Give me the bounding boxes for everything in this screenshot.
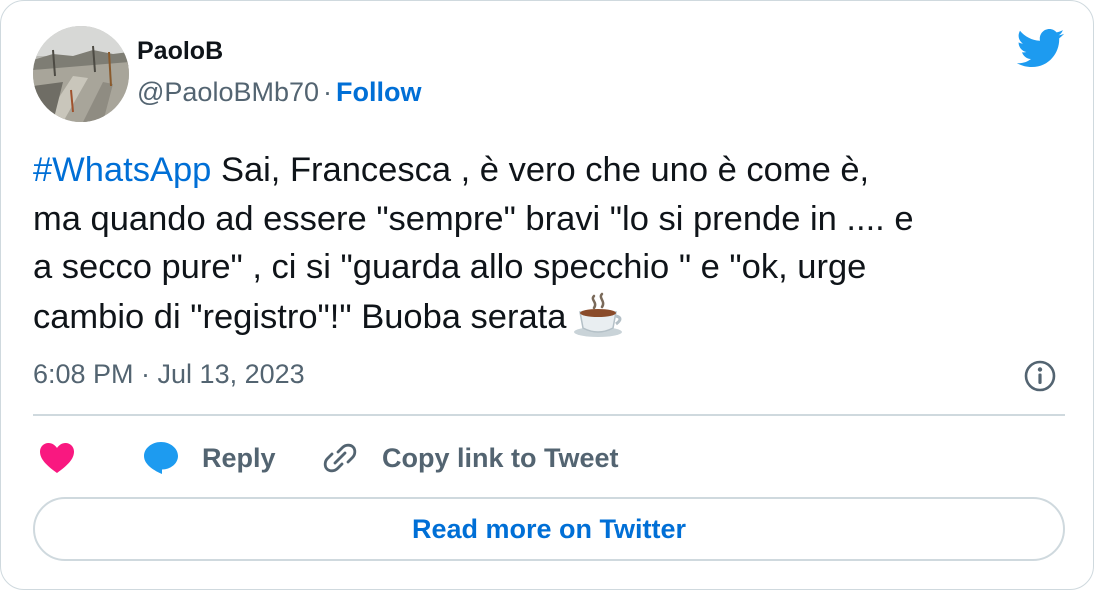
read-more-label: Read more on Twitter — [411, 513, 687, 544]
copy-link-label: Copy link to Tweet — [382, 442, 619, 473]
author-handle[interactable]: @PaoloBMb70 — [137, 77, 319, 107]
tweet-text: #WhatsApp Sai, Francesca , è vero che un… — [33, 146, 1073, 351]
tweet-line-2: ma quando ad essere "sempre" bravi "lo s… — [33, 199, 914, 238]
copy-link-button[interactable]: Copy link to Tweet — [321, 437, 619, 479]
author-handle-row: @PaoloBMb70 · Follow — [137, 75, 422, 109]
tweet-timestamp[interactable]: 6:08 PM · Jul 13, 2023 — [33, 357, 305, 391]
tweet-card: PaoloB @PaoloBMb70 · Follow #WhatsApp Sai,… — [0, 0, 1094, 590]
follow-button[interactable]: Follow — [336, 77, 421, 107]
reply-label: Reply — [202, 442, 276, 473]
link-icon — [321, 439, 359, 477]
tweet-line-3: a secco pure" , ci si "guarda allo specc… — [33, 248, 867, 286]
read-more-button[interactable]: Read more on Twitter — [33, 497, 1065, 561]
author-name[interactable]: PaoloB — [137, 35, 223, 67]
info-icon[interactable] — [1023, 359, 1057, 393]
separator-dot: · — [323, 77, 333, 107]
hot-beverage-emoji — [572, 292, 624, 352]
avatar-image — [33, 26, 129, 122]
tweet-line-4: cambio di "registro"!" Buoba serata — [33, 292, 1073, 352]
tweet-line-4-text: cambio di "registro"!" Buoba serata — [33, 297, 567, 336]
twitter-bird-icon[interactable] — [1016, 29, 1065, 69]
tweet-line-1: #WhatsApp Sai, Francesca , è vero che un… — [33, 146, 1073, 195]
heart-icon — [38, 441, 76, 475]
like-button[interactable] — [38, 437, 76, 479]
hashtag-link[interactable]: #WhatsApp — [33, 151, 211, 189]
reply-button[interactable]: Reply — [142, 437, 276, 479]
divider — [33, 414, 1065, 416]
avatar[interactable] — [33, 26, 129, 122]
tweet-line-1-text: Sai, Francesca , è vero che uno è come è… — [211, 151, 870, 189]
speech-bubble-icon — [142, 440, 180, 476]
